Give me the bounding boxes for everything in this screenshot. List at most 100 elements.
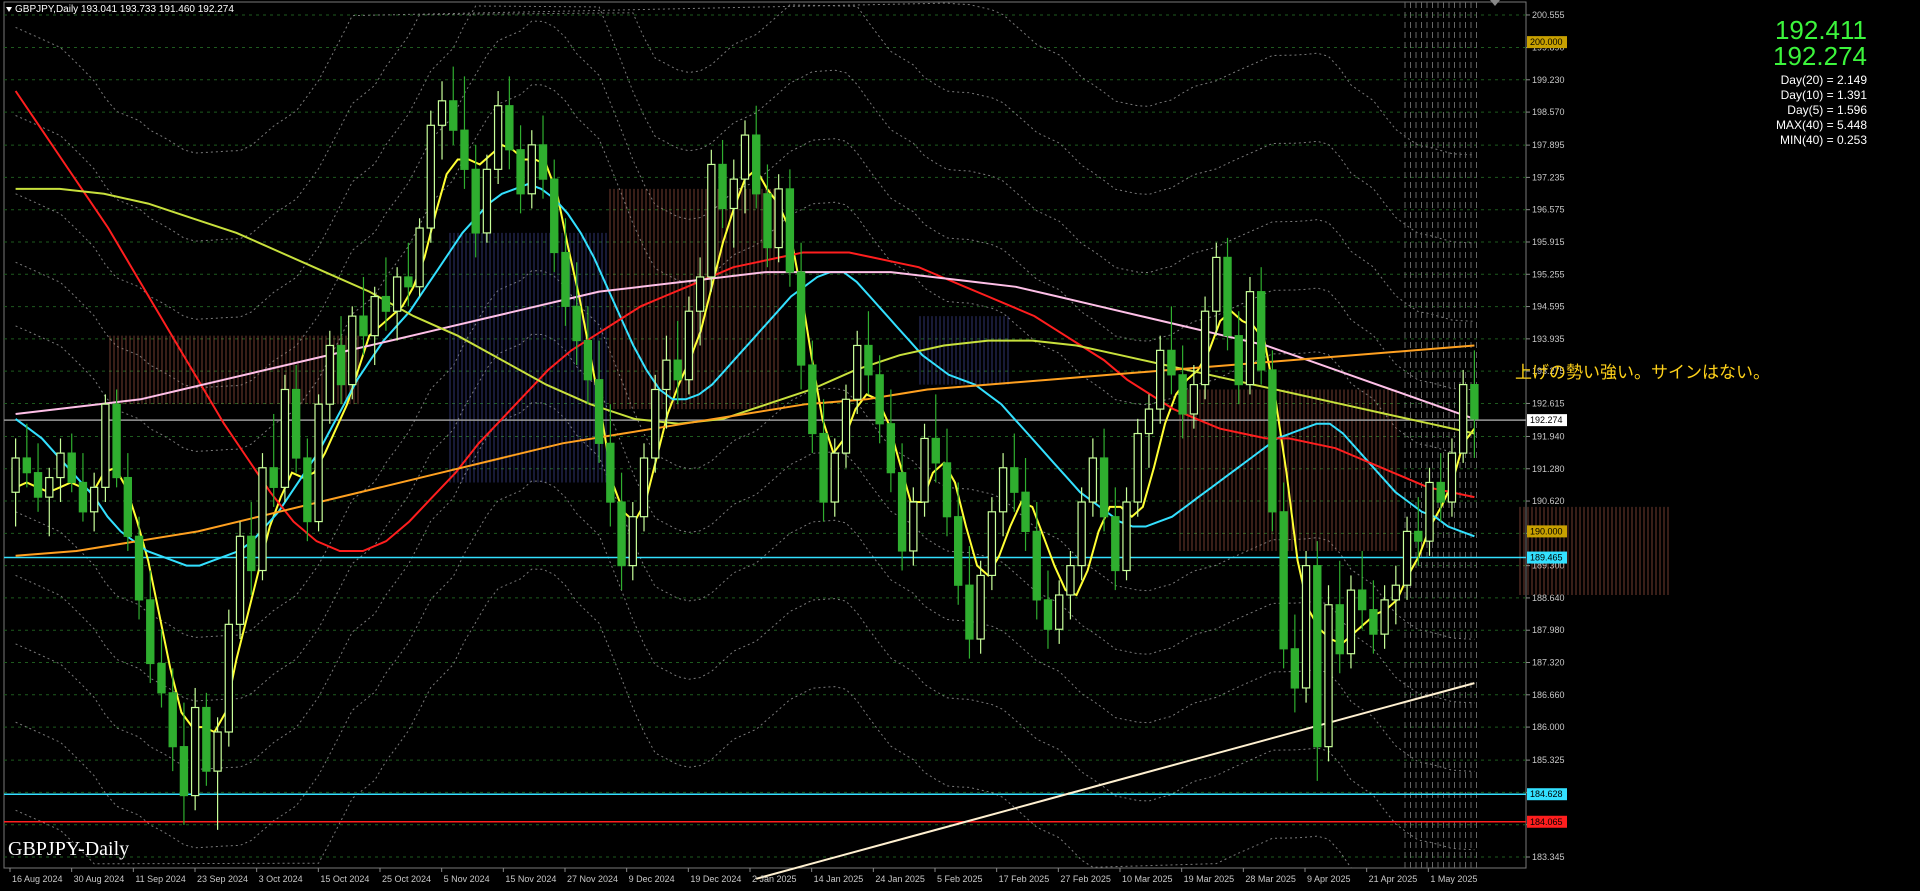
candle-body[interactable] xyxy=(1256,291,1266,371)
candle-body[interactable] xyxy=(1088,457,1098,503)
candle-body[interactable] xyxy=(774,188,783,249)
candle-body[interactable] xyxy=(291,388,301,459)
candle-body[interactable] xyxy=(325,344,335,405)
candle-body[interactable] xyxy=(684,310,694,381)
candle-body[interactable] xyxy=(1077,501,1086,567)
candle-body[interactable] xyxy=(1189,384,1199,415)
candle-body[interactable] xyxy=(1369,609,1378,635)
candle-body[interactable] xyxy=(942,462,952,518)
candle-body[interactable] xyxy=(707,163,716,278)
candle-body[interactable] xyxy=(830,452,839,503)
candle-body[interactable] xyxy=(348,315,357,386)
candle-body[interactable] xyxy=(22,457,32,474)
candle-body[interactable] xyxy=(235,535,245,625)
candle-body[interactable] xyxy=(493,105,503,170)
candle-body[interactable] xyxy=(875,374,884,425)
candle-body[interactable] xyxy=(45,476,54,498)
candle-body[interactable] xyxy=(1200,310,1210,386)
candle-body[interactable] xyxy=(1111,516,1120,572)
candle-body[interactable] xyxy=(1346,589,1356,655)
candle-body[interactable] xyxy=(101,403,110,488)
candle-body[interactable] xyxy=(1223,256,1232,337)
candle-body[interactable] xyxy=(1458,384,1468,454)
candle-body[interactable] xyxy=(134,535,144,601)
candle-body[interactable] xyxy=(740,134,750,180)
candle-body[interactable] xyxy=(202,706,211,772)
candle-body[interactable] xyxy=(269,467,278,488)
candle-body[interactable] xyxy=(583,339,593,381)
candle-body[interactable] xyxy=(1402,530,1412,586)
candle-body[interactable] xyxy=(1066,565,1075,596)
candle-body[interactable] xyxy=(280,388,290,488)
candle-body[interactable] xyxy=(78,481,88,513)
candle-body[interactable] xyxy=(1391,584,1401,601)
candle-body[interactable] xyxy=(594,379,604,444)
candle-body[interactable] xyxy=(1357,589,1367,611)
candle-body[interactable] xyxy=(819,432,828,503)
candle-body[interactable] xyxy=(224,623,234,733)
candle-body[interactable] xyxy=(112,403,121,479)
candle-body[interactable] xyxy=(11,457,20,493)
candle-body[interactable] xyxy=(482,168,492,234)
candle-body[interactable] xyxy=(370,295,379,337)
candle-body[interactable] xyxy=(437,100,447,126)
candle-body[interactable] xyxy=(561,251,570,307)
candle-body[interactable] xyxy=(752,134,761,195)
candle-body[interactable] xyxy=(1301,565,1311,689)
candle-body[interactable] xyxy=(639,457,649,518)
candle-body[interactable] xyxy=(841,398,851,454)
candle-body[interactable] xyxy=(1447,452,1457,503)
candle-body[interactable] xyxy=(864,344,873,376)
candle-body[interactable] xyxy=(718,163,727,210)
candle-body[interactable] xyxy=(381,295,391,312)
candle-body[interactable] xyxy=(1155,349,1165,410)
candle-body[interactable] xyxy=(572,305,581,342)
candle-body[interactable] xyxy=(909,501,918,552)
price-chart[interactable]: 200.555199.890199.230198.570197.895197.2… xyxy=(0,0,1920,891)
candle-body[interactable] xyxy=(695,276,705,312)
candle-body[interactable] xyxy=(1290,648,1300,689)
candle-body[interactable] xyxy=(471,168,480,234)
candle-body[interactable] xyxy=(449,100,458,131)
candle-body[interactable] xyxy=(314,403,323,523)
candle-body[interactable] xyxy=(1178,374,1187,415)
candle-body[interactable] xyxy=(56,452,65,479)
candle-body[interactable] xyxy=(796,271,806,366)
candle-body[interactable] xyxy=(258,467,267,572)
candle-body[interactable] xyxy=(303,457,312,523)
candle-body[interactable] xyxy=(527,144,536,195)
candle-body[interactable] xyxy=(1010,467,1019,493)
candle-body[interactable] xyxy=(808,364,817,435)
candle-body[interactable] xyxy=(1268,369,1277,513)
candle-body[interactable] xyxy=(168,692,177,748)
candle-body[interactable] xyxy=(1324,604,1333,748)
candle-body[interactable] xyxy=(920,437,929,503)
candle-body[interactable] xyxy=(1122,501,1131,572)
candle-body[interactable] xyxy=(460,129,469,170)
candle-body[interactable] xyxy=(673,359,682,381)
candle-body[interactable] xyxy=(392,276,402,312)
candle-body[interactable] xyxy=(987,511,997,577)
candle-body[interactable] xyxy=(853,344,862,400)
candle-body[interactable] xyxy=(516,149,525,195)
candle-body[interactable] xyxy=(67,452,76,484)
candle-body[interactable] xyxy=(606,442,615,503)
candle-body[interactable] xyxy=(157,662,166,694)
candle-body[interactable] xyxy=(1279,511,1288,650)
candle-body[interactable] xyxy=(1021,491,1030,532)
candle-body[interactable] xyxy=(785,188,795,273)
candle-body[interactable] xyxy=(763,193,772,249)
candle-body[interactable] xyxy=(1470,384,1479,420)
candle-body[interactable] xyxy=(897,472,907,552)
candle-body[interactable] xyxy=(1380,599,1389,635)
candle-body[interactable] xyxy=(651,388,660,459)
candle-body[interactable] xyxy=(965,584,974,640)
candle-body[interactable] xyxy=(998,467,1008,513)
candle-body[interactable] xyxy=(1414,530,1423,542)
candle-body[interactable] xyxy=(89,486,99,513)
candle-body[interactable] xyxy=(1167,349,1176,376)
candle-body[interactable] xyxy=(976,574,985,640)
candle-body[interactable] xyxy=(538,144,548,180)
candle-body[interactable] xyxy=(123,476,133,537)
candle-body[interactable] xyxy=(1425,481,1434,542)
